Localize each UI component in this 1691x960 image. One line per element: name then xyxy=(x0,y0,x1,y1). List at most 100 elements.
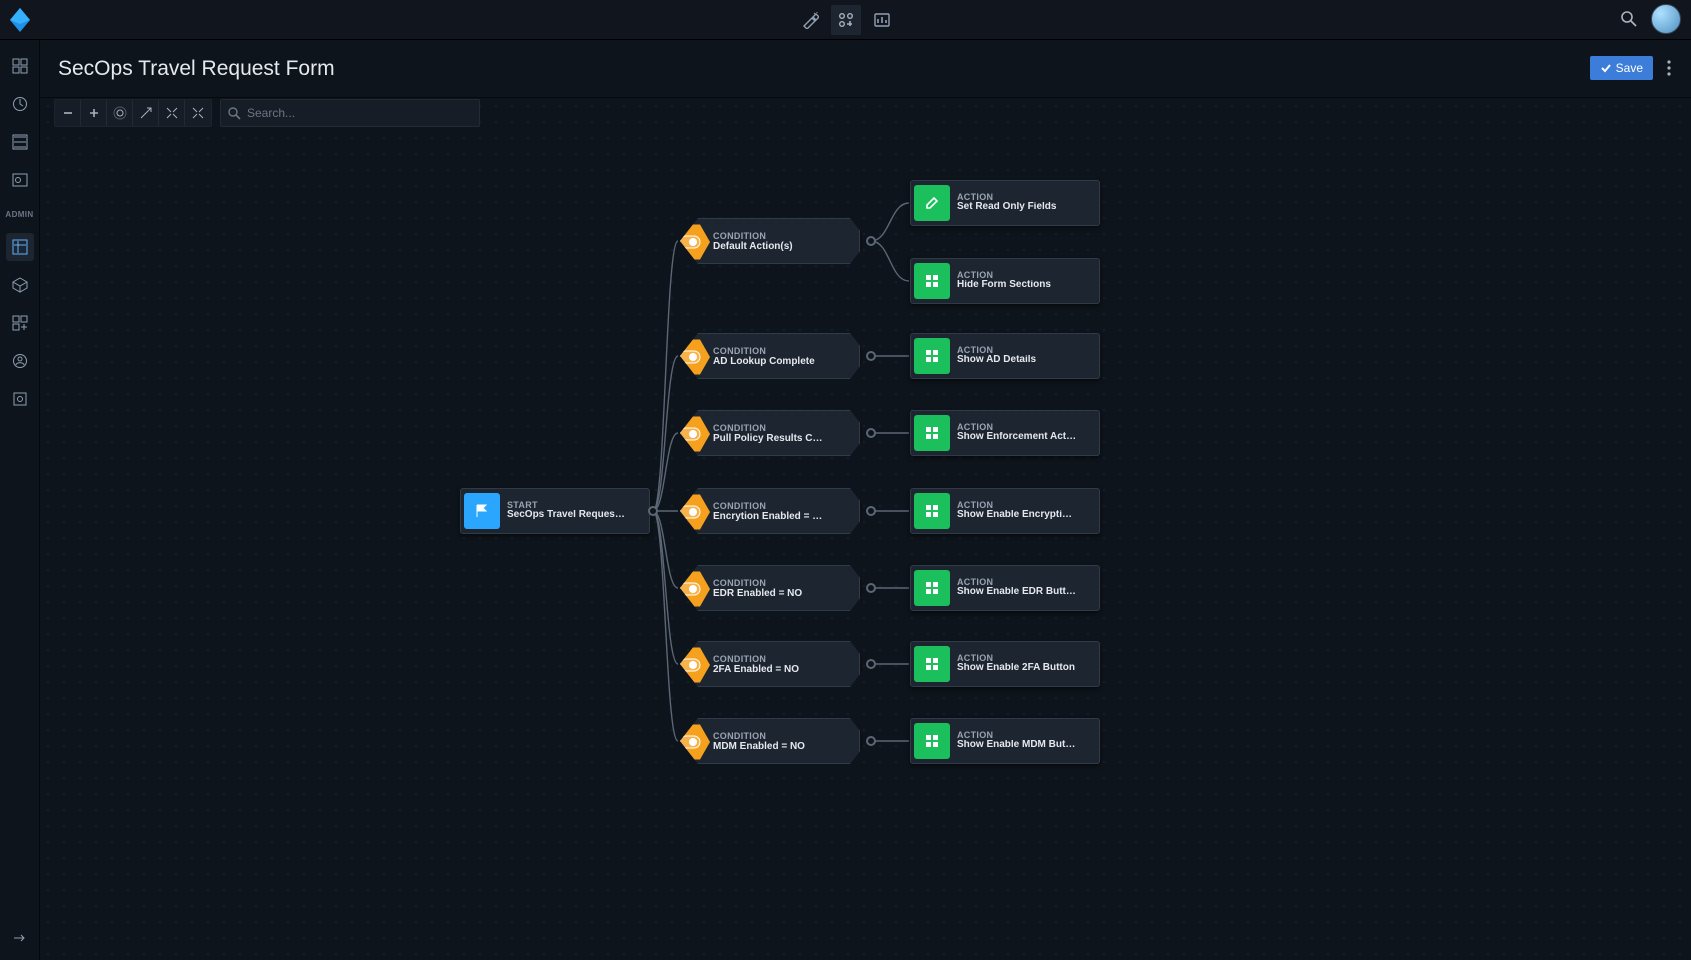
mode-design-icon[interactable] xyxy=(795,5,825,35)
node-type-label: CONDITION xyxy=(713,423,823,433)
grid-icon xyxy=(914,570,950,606)
node-name: Show Enforcement Actions xyxy=(957,432,1077,443)
nav-dashboard-icon[interactable] xyxy=(6,52,34,80)
save-button[interactable]: Save xyxy=(1590,56,1653,80)
more-menu-icon[interactable] xyxy=(1659,54,1679,82)
collapse-all-icon[interactable] xyxy=(159,100,185,126)
condition-node[interactable]: CONDITION Pull Policy Results Compl... xyxy=(680,410,860,456)
condition-node[interactable]: CONDITION 2FA Enabled = NO xyxy=(680,641,860,687)
action-node[interactable]: ACTION Hide Form Sections xyxy=(910,258,1100,304)
grid-icon xyxy=(914,723,950,759)
canvas-toolbar xyxy=(40,98,480,128)
node-type-label: CONDITION xyxy=(713,731,805,741)
canvas-search[interactable] xyxy=(220,99,480,127)
toggle-icon xyxy=(670,570,710,608)
grid-icon xyxy=(914,415,950,451)
toggle-icon xyxy=(670,223,710,261)
node-type-label: CONDITION xyxy=(713,501,823,511)
action-node[interactable]: ACTION Show Enable Encryption Bu... xyxy=(910,488,1100,534)
connector-dot[interactable] xyxy=(866,583,876,593)
nav-layout-icon[interactable] xyxy=(6,309,34,337)
zoom-out-icon[interactable] xyxy=(55,100,81,126)
node-type-label: ACTION xyxy=(957,654,1075,663)
condition-node[interactable]: CONDITION AD Lookup Complete xyxy=(680,333,860,379)
action-node[interactable]: ACTION Show Enable MDM Button xyxy=(910,718,1100,764)
toggle-icon xyxy=(670,723,710,761)
node-type-label: START xyxy=(507,501,627,510)
node-name: Show Enable EDR Button xyxy=(957,587,1077,598)
node-type-label: CONDITION xyxy=(713,346,815,356)
grid-icon xyxy=(914,263,950,299)
node-name: EDR Enabled = NO xyxy=(713,588,802,599)
sidebar-section-label: ADMIN xyxy=(5,210,33,219)
workflow-canvas[interactable]: START SecOps Travel Request For... CONDI… xyxy=(40,98,1691,960)
mode-report-icon[interactable] xyxy=(867,5,897,35)
condition-node[interactable]: CONDITION MDM Enabled = NO xyxy=(680,718,860,764)
left-sidebar: ADMIN xyxy=(0,40,40,960)
node-name: Show Enable MDM Button xyxy=(957,740,1077,751)
mode-workflow-icon[interactable] xyxy=(831,5,861,35)
page-header: SecOps Travel Request Form Save xyxy=(40,40,1691,98)
zoom-in-icon[interactable] xyxy=(81,100,107,126)
page-title: SecOps Travel Request Form xyxy=(58,57,335,81)
nav-package-icon[interactable] xyxy=(6,271,34,299)
connector-dot[interactable] xyxy=(648,506,658,516)
connector-dot[interactable] xyxy=(866,236,876,246)
expand-all-icon[interactable] xyxy=(185,100,211,126)
sidebar-expand-icon[interactable] xyxy=(6,924,34,952)
node-name: MDM Enabled = NO xyxy=(713,741,805,752)
action-node[interactable]: ACTION Show AD Details xyxy=(910,333,1100,379)
node-type-label: ACTION xyxy=(957,501,1077,510)
save-button-label: Save xyxy=(1616,61,1643,75)
canvas-search-input[interactable] xyxy=(247,106,473,120)
connector-dot[interactable] xyxy=(866,736,876,746)
action-node[interactable]: ACTION Show Enforcement Actions xyxy=(910,410,1100,456)
node-name: Set Read Only Fields xyxy=(957,202,1056,213)
toggle-icon xyxy=(670,646,710,684)
node-type-label: ACTION xyxy=(957,731,1077,740)
app-logo-icon[interactable] xyxy=(6,6,34,34)
nav-activity-icon[interactable] xyxy=(6,90,34,118)
node-name: Show AD Details xyxy=(957,355,1036,366)
edit-icon xyxy=(914,185,950,221)
nav-forms-icon[interactable] xyxy=(6,233,34,261)
grid-icon xyxy=(914,493,950,529)
condition-node[interactable]: CONDITION EDR Enabled = NO xyxy=(680,565,860,611)
grid-icon xyxy=(914,646,950,682)
condition-node[interactable]: CONDITION Default Action(s) xyxy=(680,218,860,264)
connector-dot[interactable] xyxy=(866,506,876,516)
search-icon xyxy=(227,106,241,120)
node-type-label: CONDITION xyxy=(713,654,799,664)
connector-dot[interactable] xyxy=(866,659,876,669)
nav-users-icon[interactable] xyxy=(6,347,34,375)
node-type-label: ACTION xyxy=(957,346,1036,355)
top-bar xyxy=(0,0,1691,40)
action-node[interactable]: ACTION Set Read Only Fields xyxy=(910,180,1100,226)
action-node[interactable]: ACTION Show Enable 2FA Button xyxy=(910,641,1100,687)
node-name: AD Lookup Complete xyxy=(713,356,815,367)
node-type-label: ACTION xyxy=(957,423,1077,432)
connector-dot[interactable] xyxy=(866,351,876,361)
nav-list-icon[interactable] xyxy=(6,128,34,156)
node-name: Encrytion Enabled = NO xyxy=(713,511,823,522)
condition-node[interactable]: CONDITION Encrytion Enabled = NO xyxy=(680,488,860,534)
action-node[interactable]: ACTION Show Enable EDR Button xyxy=(910,565,1100,611)
zoom-reset-icon[interactable] xyxy=(107,100,133,126)
node-name: Pull Policy Results Compl... xyxy=(713,433,823,444)
node-name: Default Action(s) xyxy=(713,241,793,252)
node-type-label: CONDITION xyxy=(713,578,802,588)
flag-icon xyxy=(464,493,500,529)
node-name: Hide Form Sections xyxy=(957,280,1051,291)
auto-layout-icon[interactable] xyxy=(133,100,159,126)
nav-settings-icon[interactable] xyxy=(6,385,34,413)
toggle-icon xyxy=(670,493,710,531)
toggle-icon xyxy=(670,338,710,376)
search-icon[interactable] xyxy=(1619,9,1639,29)
connector-dot[interactable] xyxy=(866,428,876,438)
node-type-label: ACTION xyxy=(957,193,1056,202)
user-avatar[interactable] xyxy=(1651,4,1681,34)
node-name: SecOps Travel Request For... xyxy=(507,510,627,521)
node-name: 2FA Enabled = NO xyxy=(713,664,799,675)
nav-image-icon[interactable] xyxy=(6,166,34,194)
start-node[interactable]: START SecOps Travel Request For... xyxy=(460,488,650,534)
